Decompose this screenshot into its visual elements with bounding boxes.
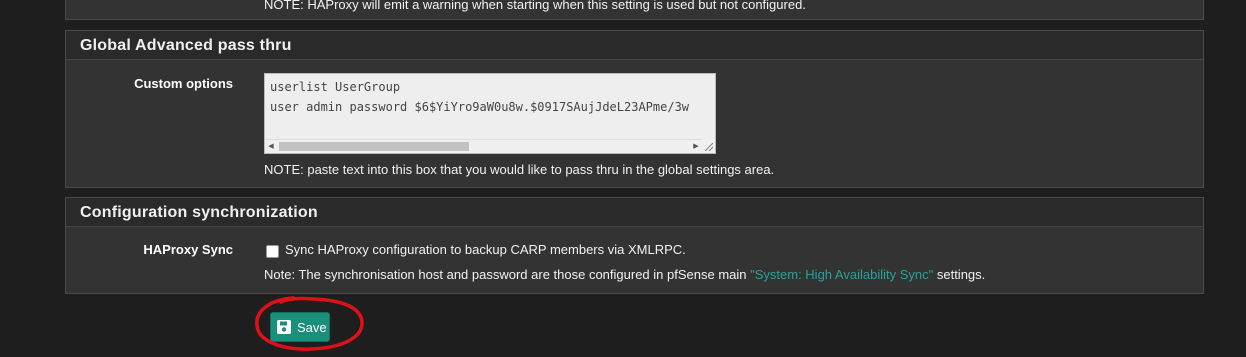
- scrollbar-thumb[interactable]: [279, 142, 469, 151]
- save-button[interactable]: Save: [270, 312, 330, 342]
- custom-options-note: NOTE: paste text into this box that you …: [264, 162, 775, 177]
- horizontal-scrollbar[interactable]: ◀ ▶: [265, 139, 702, 153]
- resize-handle-icon[interactable]: [701, 140, 715, 153]
- custom-options-text[interactable]: userlist UserGroup user admin password $…: [270, 77, 689, 117]
- custom-options-label: Custom options: [134, 76, 233, 91]
- previous-setting-note: NOTE: HAProxy will emit a warning when s…: [264, 0, 806, 12]
- config-sync-panel: Configuration synchronization HAProxy Sy…: [65, 197, 1204, 294]
- haproxy-sync-checkbox[interactable]: [266, 245, 279, 258]
- custom-options-textarea[interactable]: userlist UserGroup user admin password $…: [264, 73, 716, 154]
- sync-note: Note: The synchronisation host and passw…: [264, 267, 985, 282]
- haproxy-sync-checkbox-label[interactable]: Sync HAProxy configuration to backup CAR…: [285, 242, 686, 257]
- haproxy-sync-label: HAProxy Sync: [143, 242, 233, 257]
- save-label: Save: [297, 319, 327, 335]
- scroll-left-icon[interactable]: ◀: [265, 140, 277, 153]
- floppy-disk-icon: [277, 320, 291, 334]
- sync-note-prefix: Note: The synchronisation host and passw…: [264, 267, 751, 282]
- sync-note-suffix: settings.: [933, 267, 986, 282]
- global-advanced-heading: Global Advanced pass thru: [66, 31, 1203, 60]
- config-sync-heading: Configuration synchronization: [66, 198, 1203, 227]
- previous-settings-panel: NOTE: HAProxy will emit a warning when s…: [65, 0, 1204, 20]
- ha-sync-link[interactable]: "System: High Availability Sync": [750, 267, 933, 282]
- page: NOTE: HAProxy will emit a warning when s…: [0, 0, 1246, 357]
- global-advanced-panel: Global Advanced pass thru Custom options…: [65, 30, 1204, 188]
